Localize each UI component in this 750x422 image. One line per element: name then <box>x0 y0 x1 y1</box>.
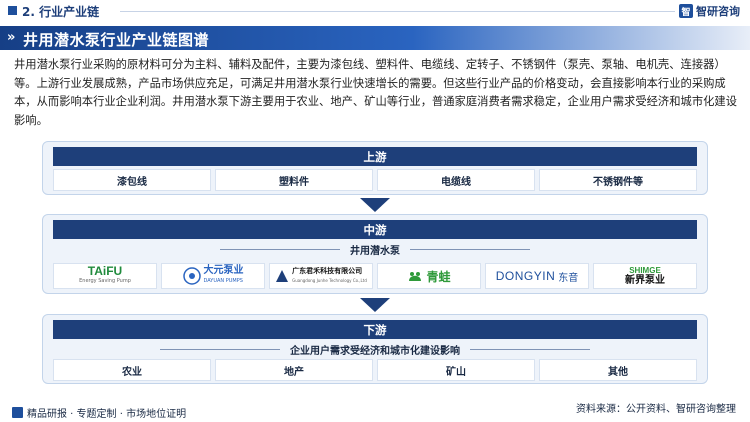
downstream-subtitle: 企业用户需求受经济和城市化建设影响 <box>53 341 697 357</box>
dayuan-logo-caption: DAYUAN PUMPS <box>203 278 243 284</box>
company-logo-qingwa: 青蛙 <box>377 263 481 289</box>
company-logo-dayuan: 大元泵业 DAYUAN PUMPS <box>161 263 265 289</box>
dayuan-logo-text: 大元泵业 <box>203 265 244 276</box>
company-logo-dongyin: DONGYIN 东音 <box>485 263 589 289</box>
junhe-logo-text: 广东君禾科技有限公司 <box>292 267 363 275</box>
divider-line <box>220 248 340 250</box>
header-rule <box>120 11 675 12</box>
downstream-note: 企业用户需求受经济和城市化建设影响 <box>290 345 460 357</box>
page-title: 井用潜水泵行业产业链图谱 <box>23 31 210 49</box>
dongyin-logo-text: DONGYIN <box>495 269 556 283</box>
intro-paragraph: 井用潜水泵行业采购的原材料可分为主料、辅料及配件，主要为漆包线、塑料件、电缆线、… <box>14 58 738 127</box>
frog-emblem-icon <box>409 272 422 281</box>
midstream-tier: 中游 井用潜水泵 TAiFU Energy Saving Pump 大元泵业 D… <box>42 214 708 294</box>
midstream-header: 中游 <box>53 220 697 239</box>
upstream-item: 不锈钢件等 <box>539 169 697 191</box>
dayuan-emblem-icon <box>182 267 201 285</box>
dongyin-logo-caption: 东音 <box>558 272 579 284</box>
brand-logo: 智 智研咨询 <box>679 3 740 19</box>
down-arrow-icon <box>360 198 390 212</box>
taifu-logo-text: TAiFU <box>87 264 123 278</box>
upstream-items: 漆包线 塑料件 电缆线 不锈钢件等 <box>53 169 697 191</box>
downstream-tier: 下游 企业用户需求受经济和城市化建设影响 农业 地产 矿山 其他 <box>42 314 708 384</box>
junhe-emblem-icon <box>276 270 289 282</box>
company-logo-taifu: TAiFU Energy Saving Pump <box>53 263 157 289</box>
divider-line <box>470 348 590 350</box>
downstream-item: 农业 <box>53 359 211 381</box>
divider-line <box>160 348 280 350</box>
title-bar: » 井用潜水泵行业产业链图谱 <box>0 26 750 50</box>
divider-line <box>410 248 530 250</box>
junhe-logo-caption: Guangdong Junhe Technology Co.,Ltd <box>292 278 367 283</box>
section-title: 2. 行业产业链 <box>22 5 100 19</box>
upstream-item: 塑料件 <box>215 169 373 191</box>
double-chevron-icon: » <box>7 30 16 45</box>
brand-logo-icon: 智 <box>679 4 693 18</box>
footer: 精品研报 · 专题定制 · 市场地位证明 资料来源：公开资料、智研咨询整理 <box>0 400 750 422</box>
downstream-items: 农业 地产 矿山 其他 <box>53 359 697 381</box>
brand-name: 智研咨询 <box>696 5 740 18</box>
top-bar: 2. 行业产业链 智 智研咨询 <box>0 0 750 22</box>
company-logos: TAiFU Energy Saving Pump 大元泵业 DAYUAN PUM… <box>53 263 697 289</box>
company-logo-shimge: SHIMGE 新界泵业 <box>593 263 697 289</box>
downstream-item: 矿山 <box>377 359 535 381</box>
taifu-logo-caption: Energy Saving Pump <box>79 278 131 284</box>
section-marker-icon <box>8 6 17 15</box>
upstream-item: 漆包线 <box>53 169 211 191</box>
upstream-item: 电缆线 <box>377 169 535 191</box>
downstream-item: 其他 <box>539 359 697 381</box>
qingwa-logo-text: 青蛙 <box>426 269 451 284</box>
downstream-item: 地产 <box>215 359 373 381</box>
upstream-tier: 上游 漆包线 塑料件 电缆线 不锈钢件等 <box>42 141 708 195</box>
footer-tagline: 精品研报 · 专题定制 · 市场地位证明 <box>27 409 187 420</box>
company-logo-junhe: 广东君禾科技有限公司 Guangdong Junhe Technology Co… <box>269 263 373 289</box>
brand-small-icon <box>12 407 23 418</box>
downstream-header: 下游 <box>53 320 697 339</box>
footer-left: 精品研报 · 专题定制 · 市场地位证明 <box>12 405 186 420</box>
upstream-header: 上游 <box>53 147 697 166</box>
midstream-product: 井用潜水泵 <box>350 245 400 257</box>
shimge-logo-caption: 新界泵业 <box>625 275 665 286</box>
footer-source: 资料来源：公开资料、智研咨询整理 <box>576 404 736 415</box>
down-arrow-icon <box>360 298 390 312</box>
midstream-subtitle: 井用潜水泵 <box>53 241 697 257</box>
